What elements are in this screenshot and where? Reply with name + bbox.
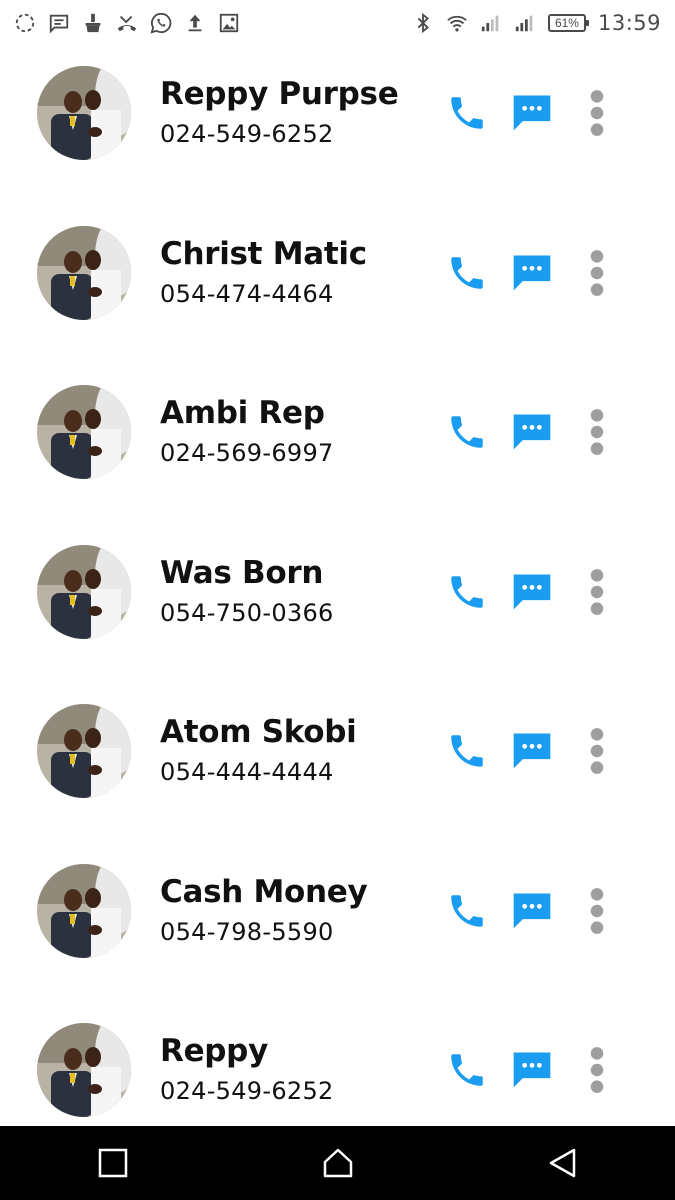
contact-list: Reppy Purpse 024-549-6252 Christ Matic 0… bbox=[0, 46, 675, 1126]
avatar[interactable] bbox=[37, 385, 131, 479]
call-icon[interactable] bbox=[446, 571, 488, 613]
home-icon[interactable] bbox=[314, 1139, 362, 1187]
call-icon[interactable] bbox=[446, 411, 488, 453]
contact-phone: 024-569-6997 bbox=[160, 439, 334, 467]
signal-icon bbox=[514, 12, 536, 34]
contact-row[interactable]: Ambi Rep 024-569-6997 bbox=[0, 365, 675, 525]
contact-row[interactable]: Christ Matic 054-474-4464 bbox=[0, 206, 675, 366]
message-icon[interactable] bbox=[510, 569, 554, 613]
contact-phone: 024-549-6252 bbox=[160, 1077, 334, 1105]
more-options-icon[interactable] bbox=[584, 567, 610, 617]
cleaner-icon bbox=[82, 12, 104, 34]
signal-icon bbox=[480, 12, 502, 34]
bluetooth-icon bbox=[412, 12, 434, 34]
more-options-icon[interactable] bbox=[584, 1045, 610, 1095]
avatar[interactable] bbox=[37, 66, 131, 160]
more-options-icon[interactable] bbox=[584, 886, 610, 936]
call-icon[interactable] bbox=[446, 730, 488, 772]
contact-phone: 054-750-0366 bbox=[160, 598, 334, 627]
message-icon[interactable] bbox=[510, 728, 554, 772]
recents-icon[interactable] bbox=[89, 1139, 137, 1187]
call-icon[interactable] bbox=[446, 890, 488, 932]
upload-icon bbox=[184, 12, 206, 34]
whatsapp-icon bbox=[150, 12, 172, 34]
sync-icon bbox=[14, 12, 36, 34]
more-options-icon[interactable] bbox=[584, 407, 610, 457]
system-icons: 61% 13:59 bbox=[412, 11, 661, 35]
contact-name: Atom Skobi bbox=[160, 714, 357, 750]
contact-phone: 024-549-6252 bbox=[160, 120, 334, 148]
more-options-icon[interactable] bbox=[584, 248, 610, 298]
avatar[interactable] bbox=[37, 544, 131, 639]
contact-row[interactable]: Reppy 024-549-6252 bbox=[0, 1003, 675, 1126]
contact-name: Ambi Rep bbox=[160, 395, 325, 431]
back-icon[interactable] bbox=[539, 1139, 587, 1187]
contact-row[interactable]: Reppy Purpse 024-549-6252 bbox=[0, 46, 675, 206]
contact-name: Was Born bbox=[160, 554, 324, 591]
status-time: 13:59 bbox=[597, 11, 661, 35]
image-icon bbox=[218, 12, 240, 34]
contact-phone: 054-444-4444 bbox=[160, 758, 334, 786]
missed-call-icon bbox=[116, 12, 138, 34]
contact-row[interactable]: Atom Skobi 054-444-4444 bbox=[0, 684, 675, 844]
wifi-icon bbox=[446, 12, 468, 34]
message-icon[interactable] bbox=[510, 1047, 554, 1091]
navigation-bar bbox=[0, 1126, 675, 1200]
contact-row[interactable]: Cash Money 054-798-5590 bbox=[0, 844, 675, 1004]
avatar[interactable] bbox=[37, 225, 131, 320]
contact-name: Cash Money bbox=[160, 873, 368, 910]
contact-row[interactable]: Was Born 054-750-0366 bbox=[0, 525, 675, 685]
message-icon[interactable] bbox=[510, 409, 554, 453]
message-icon[interactable] bbox=[510, 250, 554, 294]
call-icon[interactable] bbox=[446, 92, 488, 134]
contact-name: Reppy bbox=[160, 1033, 268, 1069]
message-icon[interactable] bbox=[510, 90, 554, 134]
avatar[interactable] bbox=[37, 1023, 131, 1117]
call-icon[interactable] bbox=[446, 1049, 488, 1091]
avatar[interactable] bbox=[37, 704, 131, 798]
notification-icons bbox=[14, 12, 240, 34]
status-bar: 61% 13:59 bbox=[0, 0, 675, 46]
more-options-icon[interactable] bbox=[584, 88, 610, 138]
avatar[interactable] bbox=[37, 863, 131, 958]
contact-name: Christ Matic bbox=[160, 235, 367, 272]
battery-indicator: 61% bbox=[547, 14, 589, 32]
message-icon bbox=[48, 12, 70, 34]
call-icon[interactable] bbox=[446, 252, 488, 294]
more-options-icon[interactable] bbox=[584, 726, 610, 776]
message-icon[interactable] bbox=[510, 888, 554, 932]
contact-phone: 054-798-5590 bbox=[160, 917, 334, 946]
contact-name: Reppy Purpse bbox=[160, 76, 399, 112]
contact-phone: 054-474-4464 bbox=[160, 279, 334, 308]
